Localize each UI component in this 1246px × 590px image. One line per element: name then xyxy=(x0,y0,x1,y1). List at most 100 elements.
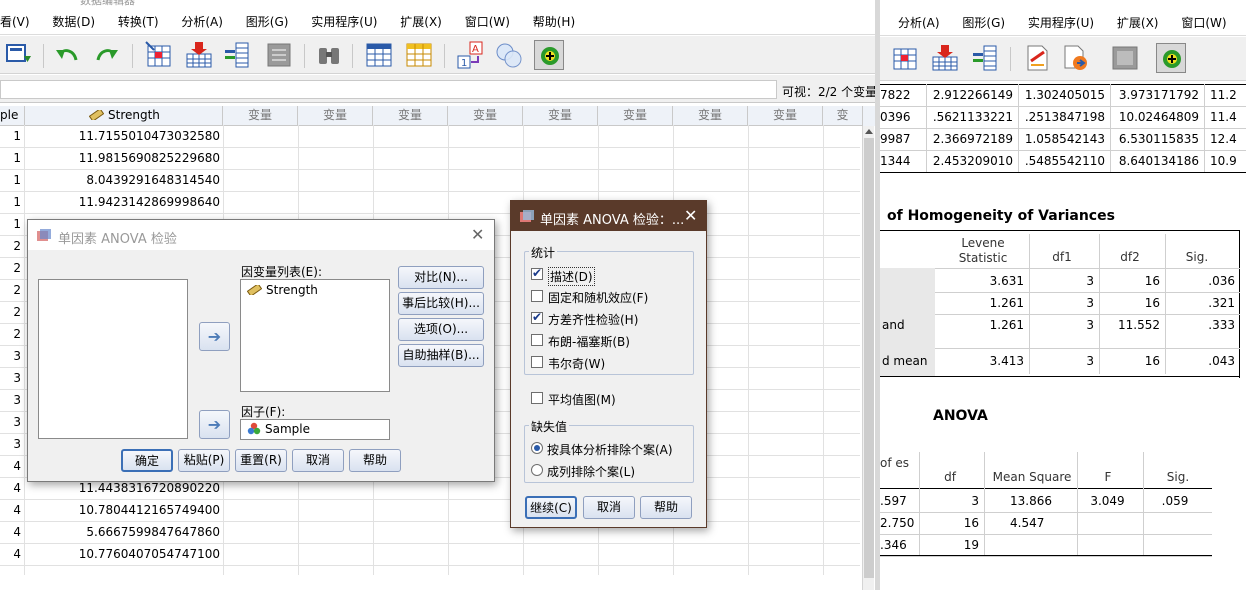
dependent-item-strength[interactable]: Strength xyxy=(246,283,318,297)
menu-help[interactable]: 帮助(H) xyxy=(533,11,575,33)
column-header-empty[interactable]: 变量 xyxy=(673,106,748,126)
column-header-empty[interactable]: 变量 xyxy=(448,106,523,126)
sample-cell[interactable]: 1 xyxy=(0,126,24,148)
sample-cell[interactable]: 4 xyxy=(0,544,24,566)
menu-extensions-right[interactable]: 扩展(X) xyxy=(1117,12,1159,34)
redo-icon[interactable] xyxy=(92,40,122,70)
column-header-empty[interactable]: 变量 xyxy=(523,106,598,126)
cell-value-input[interactable] xyxy=(0,80,777,99)
column-header-empty[interactable]: 变量 xyxy=(373,106,448,126)
insert-cases-icon[interactable] xyxy=(364,40,394,70)
menu-data[interactable]: 数据(D) xyxy=(52,11,95,33)
sample-cell[interactable]: 2 xyxy=(0,258,24,280)
goto-variable-icon[interactable] xyxy=(184,40,214,70)
contrasts-button[interactable]: 对比(N)... xyxy=(398,266,484,289)
menu-graphs-right[interactable]: 图形(G) xyxy=(962,12,1005,34)
sample-cell[interactable]: 3 xyxy=(0,434,24,456)
close-icon[interactable]: ✕ xyxy=(471,225,484,244)
insert-variable-icon[interactable] xyxy=(404,40,434,70)
exclude-analysis-label[interactable]: 按具体分析排除个案(A) xyxy=(547,441,673,458)
sample-cell[interactable]: 4 xyxy=(0,456,24,478)
value-labels-icon[interactable]: A1 xyxy=(456,40,486,70)
sample-cell[interactable]: 4 xyxy=(0,500,24,522)
sample-cell[interactable]: 1 xyxy=(0,170,24,192)
exclude-listwise-radio[interactable] xyxy=(531,464,543,476)
move-to-dependent-button[interactable]: ➔ xyxy=(199,322,230,351)
fixed-random-label[interactable]: 固定和随机效应(F) xyxy=(548,289,648,306)
column-header-empty[interactable]: 变量 xyxy=(298,106,373,126)
help-button[interactable]: 帮助 xyxy=(349,449,401,472)
scroll-up-arrow-icon[interactable] xyxy=(865,129,873,134)
column-header-sample[interactable]: ple xyxy=(0,106,25,126)
close-icon[interactable]: ✕ xyxy=(684,206,697,225)
sample-cell[interactable]: 3 xyxy=(0,390,24,412)
strength-cell[interactable]: 5.6667599847647860 xyxy=(24,522,223,544)
column-header-empty[interactable]: 变量 xyxy=(748,106,823,126)
exclude-analysis-radio[interactable] xyxy=(531,442,543,454)
welch-checkbox[interactable] xyxy=(531,356,543,368)
sample-cell[interactable]: 3 xyxy=(0,346,24,368)
descriptive-label[interactable]: 描述(D) xyxy=(548,267,595,286)
cancel-options-button[interactable]: 取消 xyxy=(583,496,635,519)
menu-transform[interactable]: 转换(T) xyxy=(118,11,159,33)
options-button[interactable]: 选项(O)... xyxy=(398,318,484,341)
sample-cell[interactable]: 2 xyxy=(0,236,24,258)
brown-forsythe-label[interactable]: 布朗-福塞斯(B) xyxy=(548,333,630,350)
strength-cell[interactable]: 11.9815690825229680 xyxy=(24,148,223,170)
help-options-button[interactable]: 帮助 xyxy=(640,496,692,519)
reset-button[interactable]: 重置(R) xyxy=(235,449,287,472)
create-title-icon[interactable] xyxy=(1022,43,1052,73)
ok-button[interactable]: 确定 xyxy=(121,449,173,472)
column-header-partial[interactable]: 变 xyxy=(823,106,863,126)
undo-icon[interactable] xyxy=(52,40,82,70)
goto-case-icon[interactable] xyxy=(144,40,174,70)
menu-analyze-right[interactable]: 分析(A) xyxy=(898,12,940,34)
sample-cell[interactable]: 1 xyxy=(0,192,24,214)
recall-dialog-icon[interactable] xyxy=(4,40,34,70)
factor-field[interactable]: Sample xyxy=(240,419,390,440)
sample-cell[interactable]: 2 xyxy=(0,324,24,346)
brown-forsythe-checkbox[interactable] xyxy=(531,334,543,346)
fixed-random-checkbox[interactable] xyxy=(531,290,543,302)
sample-cell[interactable]: 4 xyxy=(0,478,24,500)
menu-analyze[interactable]: 分析(A) xyxy=(181,11,223,33)
scroll-thumb[interactable] xyxy=(864,138,874,578)
sample-cell[interactable]: 3 xyxy=(0,412,24,434)
variables-icon[interactable] xyxy=(970,43,1000,73)
use-sets-icon[interactable] xyxy=(494,40,524,70)
factor-item-sample[interactable]: Sample xyxy=(247,422,310,436)
sample-cell[interactable]: 2 xyxy=(0,280,24,302)
vertical-scrollbar[interactable] xyxy=(862,126,874,590)
source-variable-list[interactable] xyxy=(38,279,188,439)
menu-extensions[interactable]: 扩展(X) xyxy=(400,11,442,33)
homogeneity-label[interactable]: 方差齐性检验(H) xyxy=(548,311,638,328)
sample-cell[interactable]: 1 xyxy=(0,148,24,170)
menu-view[interactable]: 看(V) xyxy=(0,11,30,33)
column-header-strength[interactable]: Strength xyxy=(25,106,223,126)
add-to-favorites-icon[interactable] xyxy=(1156,43,1186,73)
sample-cell[interactable]: 1 xyxy=(0,214,24,236)
menu-window-right[interactable]: 窗口(W) xyxy=(1181,12,1226,34)
column-header-empty[interactable]: 变量 xyxy=(223,106,298,126)
strength-cell[interactable]: 10.7804412165749400 xyxy=(24,500,223,522)
sample-cell[interactable]: 3 xyxy=(0,368,24,390)
paste-button[interactable]: 粘贴(P) xyxy=(178,449,230,472)
disabled-tool-icon[interactable] xyxy=(1110,43,1140,73)
run-descriptives-icon[interactable] xyxy=(264,40,294,70)
add-to-favorites-icon[interactable] xyxy=(534,40,564,70)
means-plot-checkbox[interactable] xyxy=(531,392,543,404)
menu-utilities-right[interactable]: 实用程序(U) xyxy=(1028,12,1094,34)
designate-window-icon[interactable] xyxy=(1060,43,1090,73)
move-to-factor-button[interactable]: ➔ xyxy=(199,410,230,439)
goto-case-icon[interactable] xyxy=(890,43,920,73)
variables-icon[interactable] xyxy=(222,40,252,70)
sample-cell[interactable]: 2 xyxy=(0,302,24,324)
welch-label[interactable]: 韦尔奇(W) xyxy=(548,355,605,372)
strength-cell[interactable]: 11.7155010473032580 xyxy=(24,126,223,148)
sample-cell[interactable]: 4 xyxy=(0,522,24,544)
homogeneity-checkbox[interactable]: ✔ xyxy=(531,310,543,324)
means-plot-label[interactable]: 平均值图(M) xyxy=(548,391,616,408)
menu-window[interactable]: 窗口(W) xyxy=(465,11,510,33)
descriptive-checkbox[interactable]: ✔ xyxy=(531,266,543,280)
column-header-empty[interactable]: 变量 xyxy=(598,106,673,126)
